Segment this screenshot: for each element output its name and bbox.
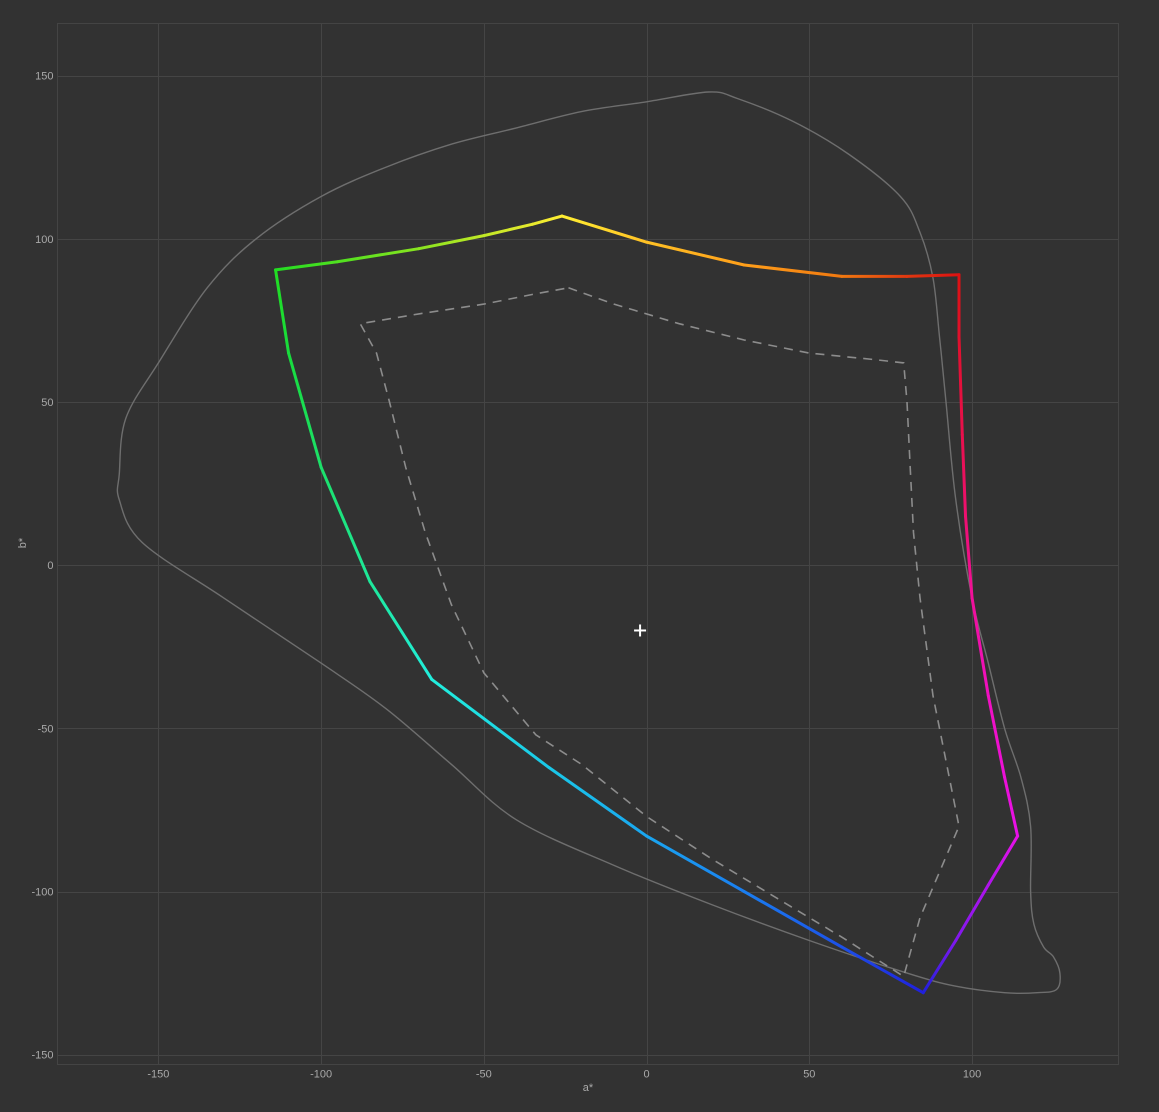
gamut-segment [274, 260, 339, 272]
gamut-segment [960, 433, 968, 518]
y-tick-label: -150 [31, 1050, 53, 1062]
gamut-segment [986, 834, 1020, 887]
y-tick-label: 0 [47, 560, 53, 572]
x-tick-label: -100 [310, 1069, 332, 1081]
gamut-segment [547, 766, 649, 838]
y-tick-label: -100 [31, 887, 53, 899]
y-tick-labels: 150 100 50 0 -50 -100 -150 [31, 71, 53, 1062]
y-tick-label: 50 [41, 397, 53, 409]
x-tick-label: -50 [476, 1069, 492, 1081]
gamut-segment [742, 890, 844, 949]
x-tick-label: 50 [803, 1069, 815, 1081]
plot-frame [57, 23, 1119, 1065]
gamut-segment [430, 677, 551, 770]
gamut-segment [482, 222, 535, 238]
gamut-segment [964, 514, 974, 600]
reference-gamut-outline [116, 91, 1061, 995]
y-tick-label: 100 [35, 234, 53, 246]
white-point-marker [634, 624, 647, 637]
gamut-segment [986, 694, 1007, 779]
x-tick-label: 100 [963, 1069, 981, 1081]
gamut-segment [645, 240, 746, 267]
gamut-segment [957, 335, 964, 437]
x-axis-label: a* [583, 1082, 594, 1094]
gamut-segment [417, 234, 486, 251]
grid-lines [57, 23, 1119, 1065]
gamut-segment [645, 834, 746, 894]
gamut-segment [531, 214, 564, 226]
series-layer [116, 91, 1061, 995]
x-tick-label: -150 [147, 1069, 169, 1081]
gamut-segment [274, 268, 291, 355]
chart-area: -150 -100 -50 0 50 100 150 100 50 0 -50 -100 -150 a… [17, 23, 1119, 1094]
inner-gamut-outline [358, 286, 960, 978]
y-tick-label: -50 [38, 723, 54, 735]
gamut-segment [287, 351, 323, 469]
gamut-segment [368, 580, 434, 681]
gamut-segment [319, 465, 372, 584]
x-tick-label: 0 [644, 1069, 650, 1081]
gamut-segment [335, 247, 421, 264]
y-tick-label: 150 [35, 71, 53, 83]
y-axis-label: b* [17, 537, 29, 548]
gamut-segment [905, 273, 961, 278]
gamut-segment [840, 945, 925, 995]
gamut-segment [970, 596, 990, 698]
gamut-segment [1003, 775, 1020, 838]
x-tick-labels: -150 -100 -50 0 50 100 [147, 1069, 981, 1081]
gamut-segment [742, 263, 844, 278]
gamut-segment [560, 214, 649, 244]
